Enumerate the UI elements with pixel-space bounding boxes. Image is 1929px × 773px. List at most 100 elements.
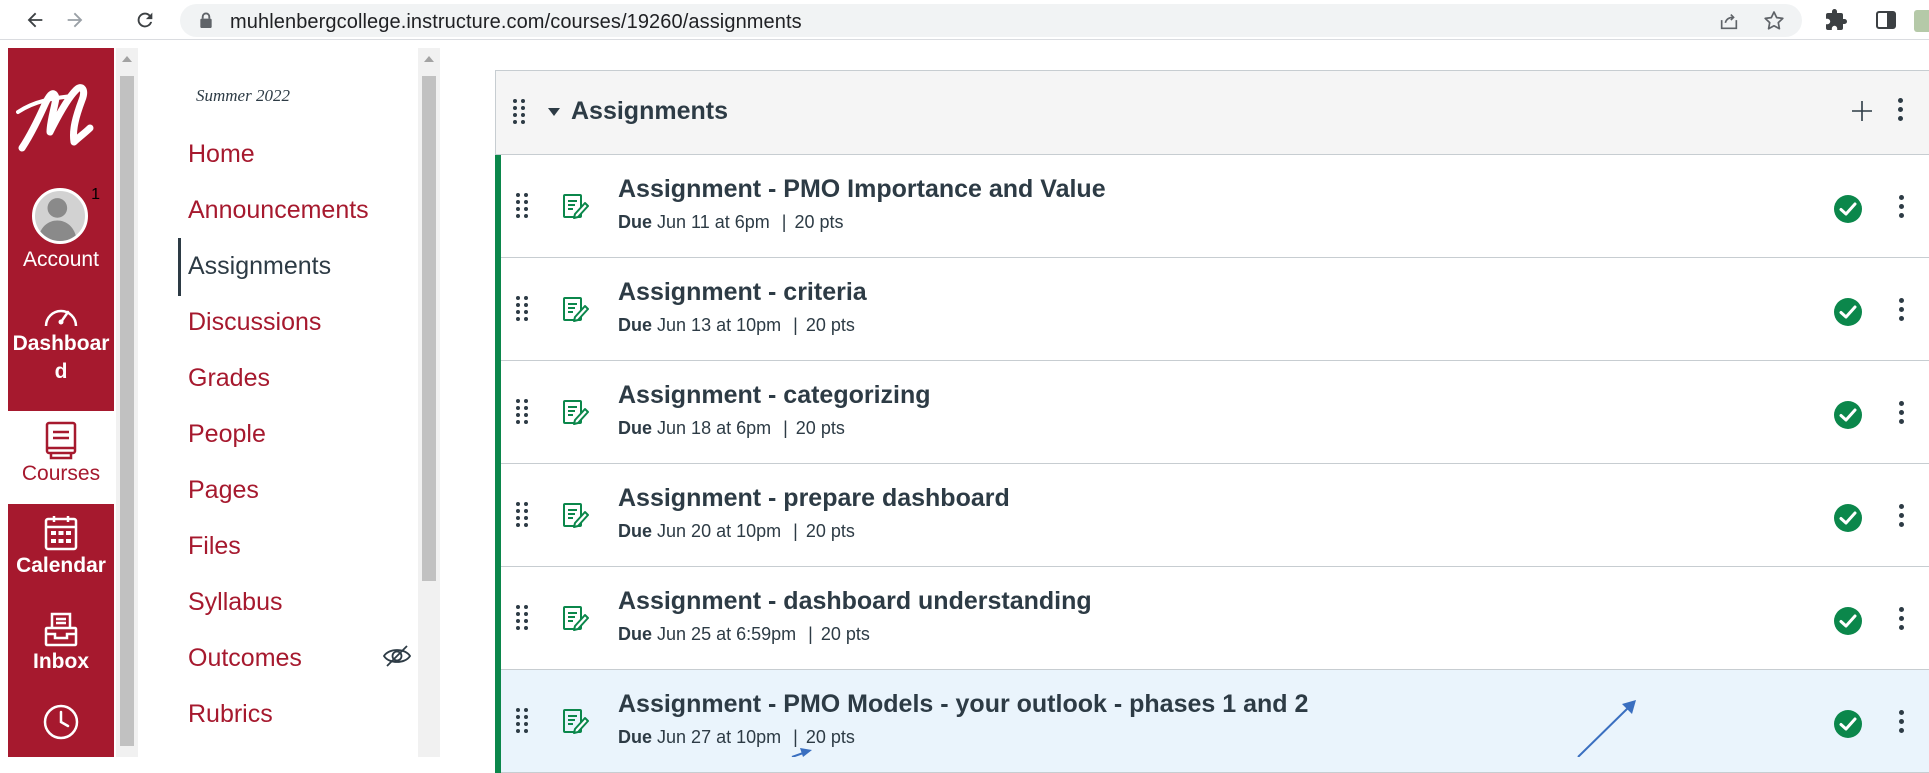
assignment-title-link[interactable]: Assignment - categorizing [618,381,931,410]
course-nav-discussions[interactable]: Discussions [188,308,321,337]
assignment-group-header[interactable]: Assignments [496,71,1929,155]
assignment-title-link[interactable]: Assignment - PMO Models - your outlook -… [618,690,1308,719]
global-nav-history[interactable] [8,702,114,742]
course-nav-scrollbar[interactable] [418,48,440,757]
course-nav-grades[interactable]: Grades [188,364,270,393]
scroll-up-arrow-icon[interactable] [424,56,434,62]
reload-button[interactable] [130,5,160,35]
course-nav-pages[interactable]: Pages [188,476,259,505]
assignment-meta: Due Jun 13 at 10pm | 20 pts [618,315,855,336]
drag-handle-icon[interactable] [516,296,528,321]
inbox-icon [44,612,78,647]
assignment-options-kebab-icon[interactable] [1899,401,1904,424]
muhlenberg-logo-icon[interactable] [16,76,106,156]
due-date: Jun 18 at 6pm [657,418,772,438]
published-check-icon[interactable] [1833,709,1863,739]
assignment-meta: Due Jun 18 at 6pm | 20 pts [618,418,845,439]
star-icon[interactable] [1762,9,1786,33]
global-nav-scrollbar[interactable] [116,48,138,757]
scrollbar-thumb[interactable] [120,76,134,746]
assignment-title-link[interactable]: Assignment - prepare dashboard [618,484,1010,513]
assignment-row[interactable]: Assignment - PMO Models - your outlook -… [495,670,1929,773]
drag-handle-icon[interactable] [516,502,528,527]
assignment-row[interactable]: Assignment - prepare dashboard Due Jun 20… [495,464,1929,567]
meta-separator: | [781,212,787,232]
drag-handle-icon[interactable] [513,99,525,124]
due-label: Due [618,315,653,335]
caret-down-icon[interactable] [548,108,560,116]
lock-icon [200,12,212,29]
url-text[interactable]: muhlenbergcollege.instructure.com/course… [230,11,802,34]
forward-button[interactable] [60,5,90,35]
share-icon[interactable] [1718,10,1740,32]
assignment-title-link[interactable]: Assignment - criteria [618,278,867,307]
assignment-row[interactable]: Assignment - PMO Importance and Value Due… [495,155,1929,258]
assignment-title-link[interactable]: Assignment - PMO Importance and Value [618,175,1106,204]
published-check-icon[interactable] [1833,400,1863,430]
global-nav-dashboard[interactable]: Dashboard [8,300,114,386]
course-nav-assignments[interactable]: Assignments [188,252,331,281]
active-indicator [178,238,181,296]
arrow-right-icon [67,12,83,28]
eye-slash-icon [382,645,412,667]
assignment-row[interactable]: Assignment - dashboard understanding Due … [495,567,1929,670]
clock-icon [43,704,79,740]
assignment-group-title[interactable]: Assignments [571,97,728,126]
side-panel-button[interactable] [1872,6,1900,34]
assignment-options-kebab-icon[interactable] [1899,298,1904,321]
assignment-title-link[interactable]: Assignment - dashboard understanding [618,587,1092,616]
published-check-icon[interactable] [1833,503,1863,533]
assignment-group: Assignments Assignment - PMO Importance … [495,70,1929,773]
group-options-kebab-icon[interactable] [1898,98,1903,121]
course-nav-files[interactable]: Files [188,532,241,561]
back-button[interactable] [20,5,50,35]
course-nav-syllabus[interactable]: Syllabus [188,588,283,617]
global-nav-calendar[interactable]: Calendar [8,514,114,580]
drag-handle-icon[interactable] [516,605,528,630]
course-nav-rubrics[interactable]: Rubrics [188,700,273,729]
scroll-up-arrow-icon[interactable] [122,56,132,62]
assignment-icon [563,606,589,631]
points: 20 pts [794,212,844,232]
published-indicator [495,258,501,361]
published-check-icon[interactable] [1833,606,1863,636]
published-check-icon[interactable] [1833,297,1863,327]
due-label: Due [618,727,653,747]
global-nav-inbox-label: Inbox [33,650,89,673]
add-assignment-plus-icon[interactable] [1848,97,1876,125]
points: 20 pts [805,521,855,541]
meta-separator: | [793,727,798,747]
course-nav-people[interactable]: People [188,420,266,449]
address-bar[interactable]: muhlenbergcollege.instructure.com/course… [180,4,1802,37]
assignment-icon [563,194,589,219]
meta-separator: | [793,315,798,335]
browser-toolbar: muhlenbergcollege.instructure.com/course… [0,0,1929,40]
assignment-row[interactable]: Assignment - categorizing Due Jun 18 at 6… [495,361,1929,464]
published-indicator [495,567,501,670]
course-nav-announcements[interactable]: Announcements [188,196,369,225]
scrollbar-thumb[interactable] [422,76,436,581]
assignment-options-kebab-icon[interactable] [1899,195,1904,218]
course-nav-outcomes[interactable]: Outcomes [188,644,302,673]
published-check-icon[interactable] [1833,194,1863,224]
assignment-options-kebab-icon[interactable] [1899,607,1904,630]
global-nav-courses[interactable]: Courses [8,420,114,488]
puzzle-icon [1826,9,1847,30]
drag-handle-icon[interactable] [516,708,528,733]
assignment-icon [563,400,589,425]
assignment-options-kebab-icon[interactable] [1899,504,1904,527]
drag-handle-icon[interactable] [516,399,528,424]
assignment-row[interactable]: Assignment - criteria Due Jun 13 at 10pm |… [495,258,1929,361]
drag-handle-icon[interactable] [516,193,528,218]
due-date: Jun 20 at 10pm [657,521,782,541]
global-nav-inbox[interactable]: Inbox [8,610,114,676]
published-indicator [495,670,501,773]
courses-book-icon [45,421,77,460]
profile-avatar[interactable] [1914,10,1929,32]
global-nav-account[interactable]: 1 Account [8,186,114,274]
global-nav-dashboard-label: Dashboard [12,332,110,383]
extensions-button[interactable] [1822,6,1850,34]
due-label: Due [618,521,653,541]
assignment-options-kebab-icon[interactable] [1899,710,1904,733]
course-nav-home[interactable]: Home [188,140,255,169]
